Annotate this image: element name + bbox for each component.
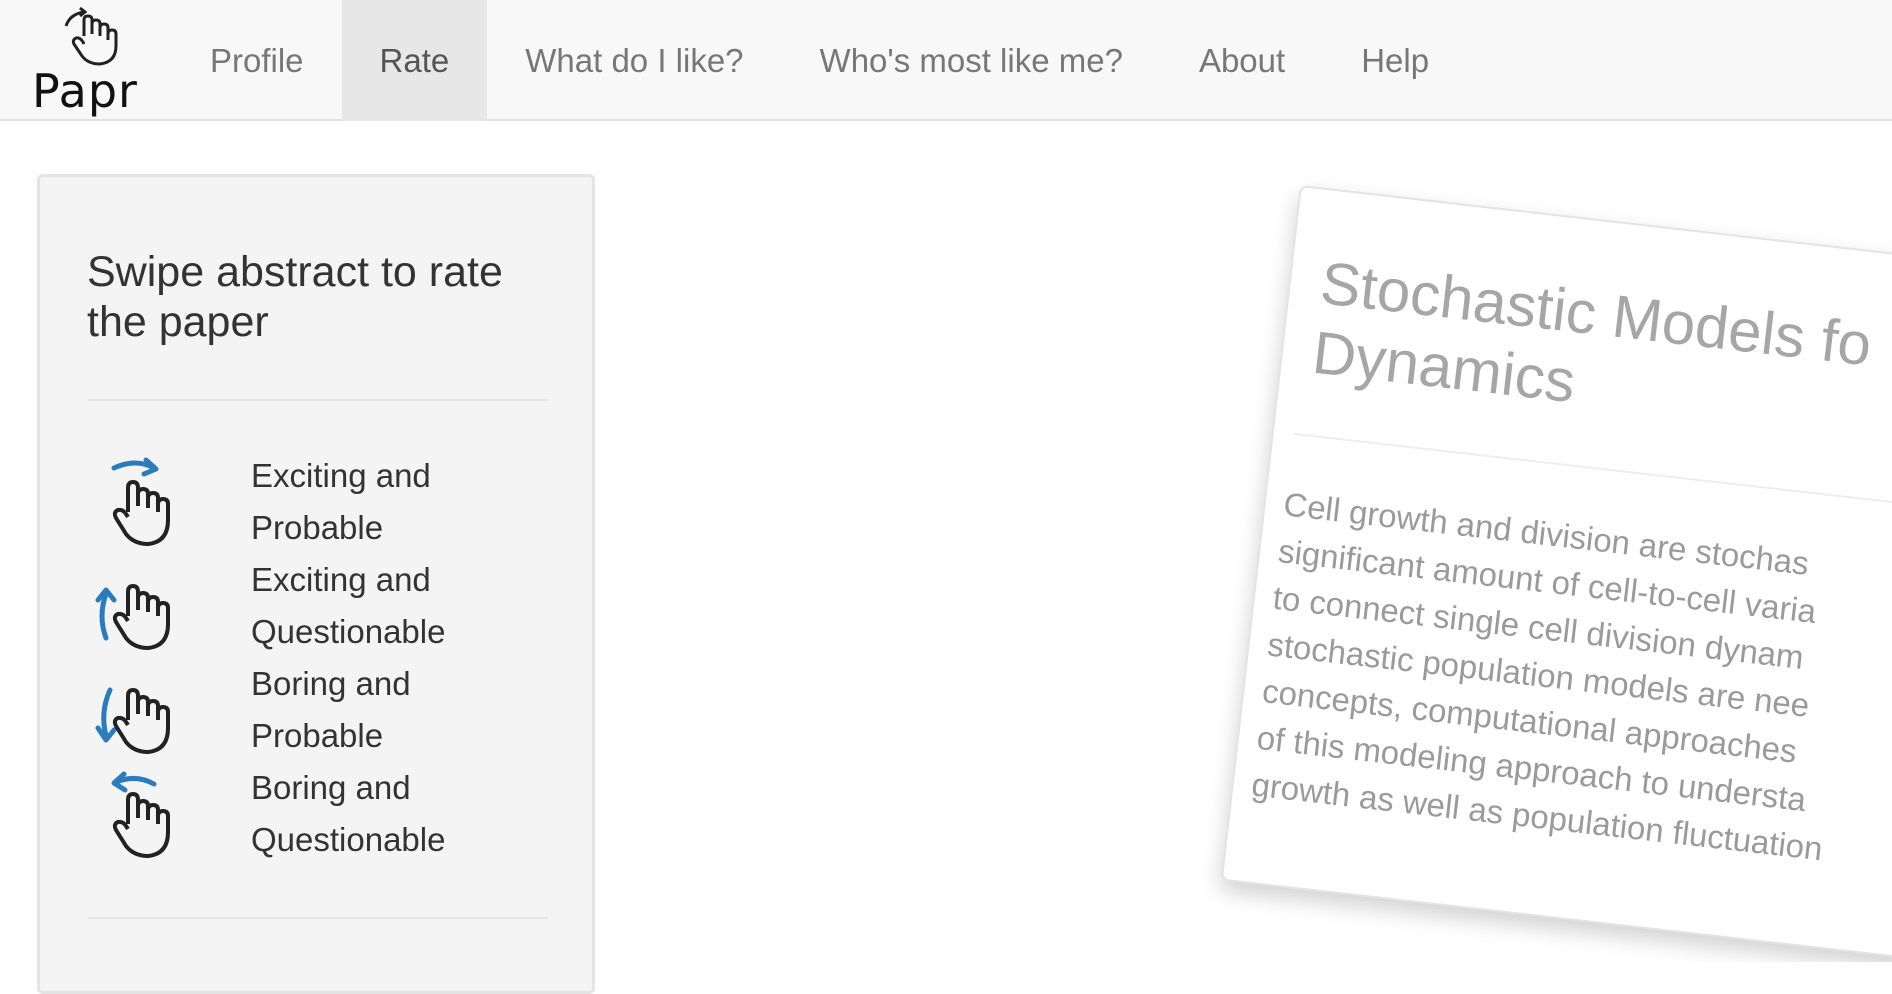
nav-item-what-do-i-like[interactable]: What do I like? (487, 0, 781, 121)
hand-swipe-logo-icon (64, 6, 118, 66)
swipe-left-icon (111, 771, 170, 858)
legend-item: Exciting and Questionable (88, 554, 568, 658)
top-navbar: Papr Profile Rate What do I like? Who's … (0, 0, 1892, 121)
paper-abstract: Cell growth and division are stochas sig… (1249, 485, 1825, 868)
paper-title: Stochastic Models fo Dynamics (1309, 249, 1875, 416)
nav-menu: Profile Rate What do I like? Who's most … (172, 0, 1467, 121)
paper-abstract-card[interactable]: Stochastic Models fo Dynamics Cell growt… (1220, 185, 1892, 962)
gesture-legend: Exciting and Probable Exciting and Quest… (88, 450, 568, 866)
legend-item: Exciting and Probable (88, 450, 568, 554)
nav-item-whos-most-like-me[interactable]: Who's most like me? (782, 0, 1161, 121)
panel-divider-bottom (88, 917, 548, 919)
legend-item: Boring and Questionable (88, 762, 568, 866)
swipe-down-icon (95, 687, 170, 754)
nav-item-help[interactable]: Help (1323, 0, 1467, 121)
brand-name: Papr (32, 64, 138, 118)
swipe-up-icon (95, 584, 170, 650)
legend-label: Boring and Questionable (251, 769, 446, 858)
legend-label: Exciting and Questionable (251, 561, 446, 650)
legend-label: Exciting and Probable (251, 457, 431, 546)
panel-divider-top (88, 399, 548, 401)
nav-item-profile[interactable]: Profile (172, 0, 342, 121)
panel-title: Swipe abstract to rate the paper (87, 248, 503, 346)
nav-item-rate[interactable]: Rate (341, 0, 488, 121)
rating-instructions-panel: Swipe abstract to rate the paper Excitin… (37, 174, 595, 994)
nav-item-about[interactable]: About (1161, 0, 1323, 121)
brand-logo[interactable]: Papr (24, 6, 144, 118)
legend-item: Boring and Probable (88, 658, 568, 762)
swipe-right-icon (111, 457, 170, 546)
legend-label: Boring and Probable (251, 665, 411, 754)
